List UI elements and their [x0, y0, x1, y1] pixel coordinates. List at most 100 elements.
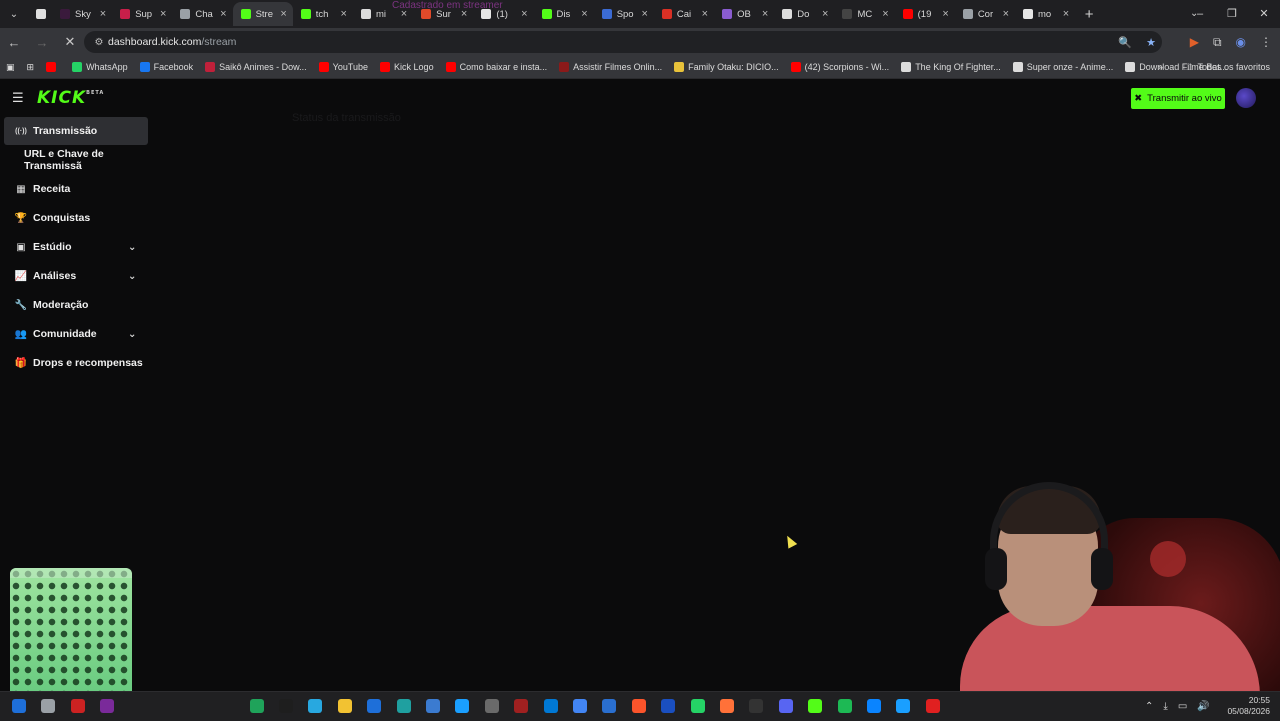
browser-tab[interactable]: Cor ×: [955, 2, 1015, 26]
kick-logo[interactable]: KICKBETA: [37, 88, 104, 108]
taskbar-app-icon[interactable]: [41, 699, 56, 713]
tab-close-icon[interactable]: ×: [822, 8, 828, 20]
bookmarks-overflow-icon[interactable]: »: [1158, 56, 1163, 78]
tab-close-icon[interactable]: ×: [220, 8, 226, 20]
bookmark-item[interactable]: The King Of Fighter...: [895, 62, 1007, 72]
tab-close-icon[interactable]: ×: [702, 8, 708, 20]
url-text[interactable]: dashboard.kick.com/stream: [108, 36, 236, 48]
browser-tab[interactable]: Spo ×: [594, 2, 654, 26]
zoom-icon[interactable]: 🔍: [1118, 36, 1132, 49]
profile-icon[interactable]: ◉: [1236, 35, 1246, 49]
hamburger-menu-icon[interactable]: ☰: [12, 90, 26, 106]
bookmark-item[interactable]: Assistir Filmes Onlin...: [553, 62, 668, 72]
sidebar-item[interactable]: URL e Chave de Transmissã: [4, 146, 154, 174]
tab-close-icon[interactable]: ×: [762, 8, 768, 20]
go-live-button[interactable]: ✖ Transmitir ao vivo: [1131, 88, 1225, 109]
all-bookmarks-button[interactable]: 🗀 Todos os favoritos: [1183, 56, 1270, 78]
tab-close-icon[interactable]: ×: [1063, 8, 1069, 20]
stop-loading-icon[interactable]: ✕: [56, 34, 84, 50]
bookmark-item[interactable]: (42) Scorpions - Wi...: [785, 62, 896, 72]
sidebar-item[interactable]: ▦ Receita: [4, 175, 154, 203]
tab-close-icon[interactable]: ×: [1003, 8, 1009, 20]
bookmark-item[interactable]: WhatsApp: [66, 62, 134, 72]
taskbar-app-icon[interactable]: [690, 699, 705, 713]
taskbar-app-icon[interactable]: [337, 699, 352, 713]
taskbar-app-icon[interactable]: [484, 699, 499, 713]
tab-close-icon[interactable]: ×: [100, 8, 106, 20]
sidebar-toggle-icon[interactable]: ▣: [0, 62, 21, 73]
taskbar-app-icon[interactable]: [249, 699, 264, 713]
taskbar-app-icon[interactable]: [543, 699, 558, 713]
browser-tab[interactable]: Stre ×: [232, 2, 293, 26]
browser-tab[interactable]: Sky ×: [52, 2, 112, 26]
restore-button[interactable]: ❐: [1216, 0, 1248, 28]
taskbar-app-icon[interactable]: [308, 699, 323, 713]
sidebar-item[interactable]: 🏆 Conquistas: [4, 204, 154, 232]
chevron-down-icon[interactable]: ⌄: [128, 271, 136, 282]
tab-close-icon[interactable]: ×: [280, 8, 286, 20]
taskbar-app-icon[interactable]: [573, 699, 587, 713]
browser-tab[interactable]: OB ×: [714, 2, 774, 26]
bookmark-item[interactable]: Como baixar e insta...: [440, 62, 554, 72]
taskbar-app-icon[interactable]: [661, 699, 676, 713]
bookmark-item[interactable]: Kick Logo: [374, 62, 440, 72]
browser-tab[interactable]: MC ×: [834, 2, 894, 26]
taskbar-app-icon[interactable]: [778, 699, 793, 713]
bookmark-item[interactable]: YouTube: [313, 62, 374, 72]
tab-search-chevron-icon[interactable]: ⌄: [0, 0, 28, 28]
chevron-down-icon[interactable]: ⌄: [128, 329, 136, 340]
taskbar-app-icon[interactable]: [455, 699, 470, 713]
minimize-button[interactable]: –: [1184, 0, 1216, 28]
browser-tab[interactable]: (19 ×: [895, 2, 955, 26]
sidebar-item[interactable]: ▣ Estúdio ⌄: [4, 233, 154, 261]
taskbar-clock[interactable]: 20:55 05/08/2026: [1222, 695, 1270, 717]
taskbar-app-icon[interactable]: [367, 699, 382, 713]
taskbar-app-icon[interactable]: [749, 699, 764, 713]
taskbar-app-icon[interactable]: [896, 699, 911, 713]
apps-grid-icon[interactable]: ⊞: [21, 62, 41, 73]
chevron-down-icon[interactable]: ⌄: [128, 242, 136, 253]
taskbar-app-icon[interactable]: [12, 699, 26, 713]
chrome-menu-icon[interactable]: ⋮: [1260, 35, 1272, 49]
taskbar-app-icon[interactable]: [396, 699, 411, 713]
bookmark-item[interactable]: Saikô Animes - Dow...: [199, 62, 313, 72]
tab-close-icon[interactable]: ×: [882, 8, 888, 20]
sidebar-item[interactable]: 👥 Comunidade ⌄: [4, 320, 154, 348]
user-avatar[interactable]: [1236, 88, 1256, 108]
tab-close-icon[interactable]: ×: [581, 8, 587, 20]
bookmark-item[interactable]: Facebook: [134, 62, 200, 72]
tab-close-icon[interactable]: ×: [942, 8, 948, 20]
tab-close-icon[interactable]: ×: [341, 8, 347, 20]
sidebar-item[interactable]: 🔧 Moderação: [4, 291, 154, 319]
taskbar-app-icon[interactable]: [279, 699, 293, 713]
sidebar-item[interactable]: ((·)) Transmissão: [4, 117, 148, 145]
forward-arrow-icon[interactable]: →: [28, 35, 56, 50]
browser-tab[interactable]: [28, 2, 52, 26]
taskbar-app-icon[interactable]: [720, 699, 734, 713]
taskbar-app-icon[interactable]: [602, 699, 617, 713]
taskbar-app-icon[interactable]: [925, 699, 940, 713]
taskbar-app-icon[interactable]: [100, 699, 115, 713]
volume-icon[interactable]: 🔊: [1197, 701, 1209, 712]
close-window-button[interactable]: ✕: [1248, 0, 1280, 28]
site-info-icon[interactable]: ⚙: [90, 37, 108, 48]
download-icon[interactable]: ⤓: [1163, 701, 1167, 712]
extension-play-icon[interactable]: ▶: [1190, 35, 1199, 49]
taskbar-app-icon[interactable]: [514, 699, 529, 713]
address-bar[interactable]: ⚙ dashboard.kick.com/stream 🔍 ★: [84, 31, 1162, 53]
taskbar-app-icon[interactable]: [631, 699, 646, 713]
taskbar-app-icon[interactable]: [426, 699, 440, 713]
taskbar-app-icon[interactable]: [70, 699, 85, 713]
back-arrow-icon[interactable]: ←: [0, 35, 28, 50]
bookmark-item[interactable]: Super onze - Anime...: [1007, 62, 1120, 72]
bookmark-item[interactable]: Family Otaku: DICIO...: [668, 62, 785, 72]
tray-overflow-icon[interactable]: ⌃: [1145, 701, 1153, 712]
browser-tab[interactable]: Cai ×: [654, 2, 714, 26]
taskbar-app-icon[interactable]: [808, 699, 823, 713]
browser-tab[interactable]: tch ×: [293, 2, 353, 26]
bookmark-star-icon[interactable]: ★: [1146, 36, 1156, 49]
browser-tab[interactable]: Dis ×: [534, 2, 594, 26]
taskbar-app-icon[interactable]: [867, 699, 881, 713]
browser-tab[interactable]: Cha ×: [172, 2, 232, 26]
sidebar-item[interactable]: 📈 Análises ⌄: [4, 262, 154, 290]
